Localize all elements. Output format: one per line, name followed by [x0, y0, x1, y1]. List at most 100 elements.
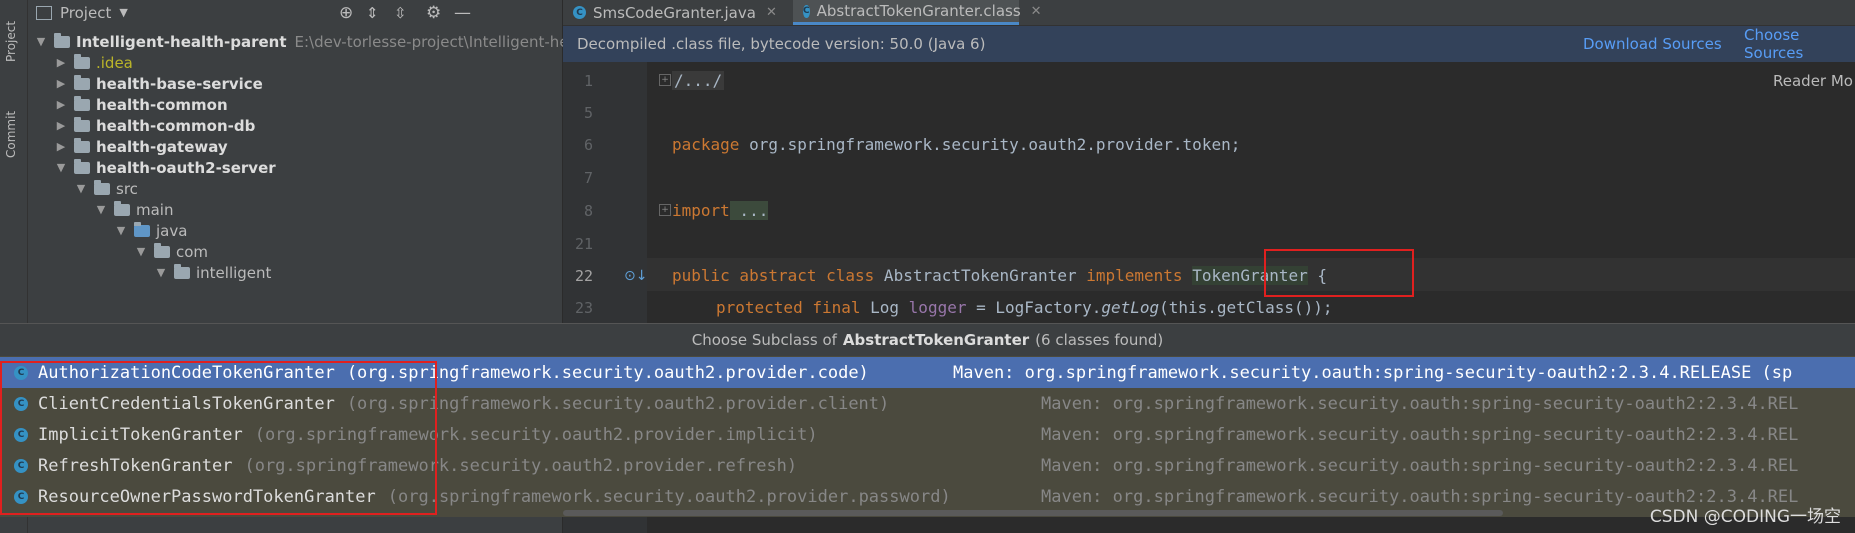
code-text: Log: [860, 298, 909, 317]
folded-imports[interactable]: ...: [729, 201, 769, 220]
keyword: package: [672, 135, 740, 154]
package-icon: [174, 263, 190, 279]
module-folder-icon: [74, 137, 90, 153]
chevron-right-icon[interactable]: ▶: [54, 77, 68, 90]
tree-item-label: src: [116, 179, 138, 198]
gear-icon[interactable]: ⚙: [426, 3, 441, 23]
fold-icon[interactable]: +: [659, 204, 671, 216]
chevron-down-icon[interactable]: ▼: [134, 245, 148, 258]
chevron-right-icon[interactable]: ▶: [54, 140, 68, 153]
line-number: 7: [583, 169, 593, 187]
code-line-22[interactable]: public abstract class AbstractTokenGrant…: [672, 266, 1327, 285]
line-number: 6: [583, 136, 593, 154]
chevron-down-icon[interactable]: ▼: [119, 6, 127, 19]
watermark: CSDN @CODING一场空: [1649, 507, 1841, 527]
project-panel-header: Project ▼ ⊕ ⇕ ⇳ ⚙ —: [28, 0, 562, 25]
folder-icon: [74, 53, 90, 69]
collapse-all-icon[interactable]: ⇳: [394, 4, 407, 22]
fold-icon[interactable]: +: [659, 74, 671, 86]
maven-source: Maven: org.springframework.security.oaut…: [953, 362, 1793, 383]
keyword: protected final: [716, 298, 861, 317]
code-text: (this.getClass());: [1159, 298, 1333, 317]
code-line-1[interactable]: /.../: [672, 71, 725, 90]
package-icon: [154, 242, 170, 258]
module-folder-icon: [74, 116, 90, 132]
popup-title-prefix: Choose Subclass of: [691, 331, 837, 349]
line-number: 22: [574, 267, 593, 285]
line-number: 5: [583, 104, 593, 122]
module-folder-icon: [54, 32, 70, 48]
popup-title: Choose Subclass of AbstractTokenGranter …: [0, 324, 1855, 356]
folder-icon: [114, 200, 130, 216]
code-line-23[interactable]: protected final Log logger = LogFactory.…: [716, 298, 1333, 317]
code-text: org.springframework.security.oauth2.prov…: [739, 135, 1241, 154]
class-icon: C: [803, 4, 810, 18]
close-icon[interactable]: ✕: [766, 5, 777, 20]
code-text: = LogFactory.: [966, 298, 1102, 317]
hide-icon[interactable]: —: [454, 3, 471, 23]
keyword: implements: [1086, 266, 1183, 285]
highlight-box-token-granter: [1264, 249, 1414, 297]
tree-item-label: com: [176, 242, 209, 261]
expand-all-icon[interactable]: ⇕: [366, 4, 379, 22]
choose-sources-link[interactable]: Choose Sources: [1744, 26, 1855, 62]
reader-mode-toggle[interactable]: Reader Mo: [1773, 72, 1853, 90]
popup-title-class: AbstractTokenGranter: [842, 331, 1030, 349]
keyword: public abstract class: [672, 266, 875, 285]
line-number: 23: [574, 299, 593, 317]
class-icon: C: [573, 6, 586, 19]
chevron-down-icon[interactable]: ▼: [94, 203, 108, 216]
tab-abstract-token-granter[interactable]: C AbstractTokenGranter.class ✕: [793, 0, 1042, 25]
maven-source: Maven: org.springframework.security.oaut…: [1041, 424, 1799, 445]
line-number: 8: [583, 202, 593, 220]
code-line-8[interactable]: import ...: [672, 201, 769, 220]
implemented-marker-icon[interactable]: ⊙↓: [624, 268, 647, 284]
maven-source: Maven: org.springframework.security.oaut…: [1041, 393, 1799, 414]
module-folder-icon: [74, 74, 90, 90]
highlight-box-subclasses: [0, 361, 437, 515]
download-sources-link[interactable]: Download Sources: [1583, 35, 1722, 53]
class-name: AbstractTokenGranter: [874, 266, 1087, 285]
project-tool-tab[interactable]: Project: [4, 21, 18, 62]
tree-item-label: health-base-service: [96, 74, 263, 93]
tree-item-label: java: [156, 221, 188, 240]
horizontal-scrollbar[interactable]: [563, 510, 1503, 516]
line-number: 1: [583, 72, 593, 90]
chevron-right-icon[interactable]: ▶: [54, 98, 68, 111]
tree-item-intelligent[interactable]: ▼ intelligent: [154, 260, 271, 285]
chevron-down-icon[interactable]: ▼: [114, 224, 128, 237]
tree-item-label: main: [136, 200, 174, 219]
chevron-down-icon[interactable]: ▼: [154, 266, 168, 279]
tree-item-label: health-oauth2-server: [96, 158, 276, 177]
chevron-right-icon[interactable]: ▶: [54, 119, 68, 132]
tab-sms-code-granter[interactable]: C SmsCodeGranter.java ✕: [573, 0, 777, 25]
close-icon[interactable]: ✕: [1031, 4, 1042, 19]
decompiled-banner: Decompiled .class file, bytecode version…: [563, 26, 1855, 62]
line-number: 21: [574, 235, 593, 253]
chevron-down-icon[interactable]: ▼: [34, 35, 48, 48]
tree-item-label: Intelligent-health-parent: [76, 32, 287, 51]
editor-tabs: C SmsCodeGranter.java ✕ C AbstractTokenG…: [563, 0, 1855, 26]
locate-icon[interactable]: ⊕: [339, 3, 353, 23]
chevron-down-icon[interactable]: ▼: [74, 182, 88, 195]
tree-item-label: health-common-db: [96, 116, 256, 135]
keyword: import: [672, 201, 730, 220]
module-folder-icon: [74, 158, 90, 174]
tab-label: SmsCodeGranter.java: [593, 3, 756, 22]
tree-item-label: health-common: [96, 95, 228, 114]
source-folder-icon: [134, 221, 150, 237]
tree-item-label: intelligent: [196, 263, 272, 282]
tree-item-label: health-gateway: [96, 137, 228, 156]
choose-subclass-popup: Choose Subclass of AbstractTokenGranter …: [0, 323, 1855, 517]
field-name: logger: [908, 298, 967, 317]
maven-source: Maven: org.springframework.security.oaut…: [1041, 455, 1799, 476]
method-name: getLog: [1101, 298, 1160, 317]
popup-title-suffix: (6 classes found): [1035, 331, 1164, 349]
project-panel-title[interactable]: Project: [60, 4, 111, 22]
commit-tool-tab[interactable]: Commit: [4, 111, 18, 158]
chevron-right-icon[interactable]: ▶: [54, 56, 68, 69]
chevron-down-icon[interactable]: ▼: [54, 161, 68, 174]
package-name: (org.springframework.security.oauth2.pro…: [387, 486, 951, 507]
folder-icon: [94, 179, 110, 195]
code-line-6[interactable]: package org.springframework.security.oau…: [672, 135, 1240, 154]
